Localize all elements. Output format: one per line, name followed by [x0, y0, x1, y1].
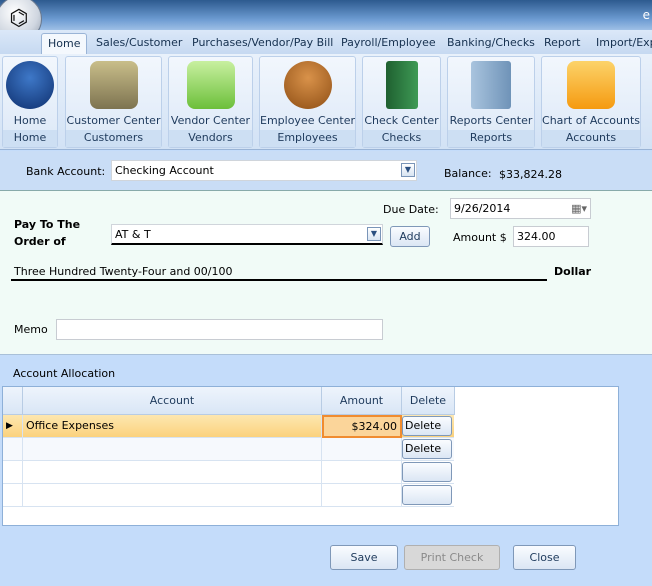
table-row[interactable]: ▶ Office Expenses $324.00 Delete	[3, 415, 454, 438]
delete-row-button[interactable]: Delete	[402, 416, 452, 436]
tab-sales-customer[interactable]: Sales/Customer	[90, 33, 188, 54]
table-row[interactable]	[3, 484, 454, 507]
chevron-down-icon[interactable]: ▼	[367, 227, 381, 241]
amount-value: 324.00	[517, 230, 556, 243]
ribbon-reports-center-button[interactable]: Reports Center Reports	[447, 56, 535, 148]
payee-value: AT & T	[115, 228, 151, 241]
ribbon-group-label: Accounts	[542, 130, 640, 147]
amount-cell[interactable]	[322, 438, 402, 461]
ribbon-group-label: Home	[3, 130, 57, 147]
balance-value: $33,824.28	[499, 168, 562, 181]
ribbon-vendor-center-button[interactable]: Vendor Center Vendors	[168, 56, 253, 148]
vendor-book-icon	[186, 61, 235, 109]
chevron-down-icon[interactable]: ▼	[401, 163, 415, 177]
amount-in-words: Three Hundred Twenty-Four and 00/100	[14, 265, 233, 278]
ribbon-label: Check Center	[364, 114, 439, 127]
calendar-icon[interactable]: ▦▾	[571, 199, 587, 218]
account-cell[interactable]: Office Expenses	[23, 415, 322, 438]
memo-input[interactable]	[56, 319, 383, 340]
row-indicator	[3, 438, 23, 461]
ribbon-employee-center-button[interactable]: Employee Center Employees	[259, 56, 356, 148]
delete-row-button[interactable]: Delete	[402, 439, 452, 459]
ribbon-group-label: Employees	[260, 130, 355, 147]
pay-to-label: Pay To The	[14, 218, 81, 231]
ribbon-label: Customer Center	[66, 114, 161, 127]
ribbon-label: Reports Center	[449, 114, 533, 127]
delete-row-button[interactable]	[402, 462, 452, 482]
amount-cell[interactable]	[322, 461, 402, 484]
employees-icon	[283, 61, 332, 109]
table-row[interactable]	[3, 461, 454, 484]
ribbon-label: Chart of Accounts	[542, 114, 640, 127]
reports-binder-icon	[471, 61, 511, 109]
window-title: e	[642, 8, 650, 22]
allocation-grid: Account Amount Delete ▶ Office Expenses …	[2, 386, 619, 526]
title-bar: e	[0, 0, 652, 32]
dollar-label: Dollar	[554, 265, 592, 278]
save-button[interactable]: Save	[330, 545, 398, 570]
account-cell[interactable]	[23, 438, 322, 461]
account-allocation-title: Account Allocation	[13, 367, 116, 380]
ribbon-customer-center-button[interactable]: Customer Center Customers	[65, 56, 162, 148]
due-date-label: Due Date:	[383, 203, 439, 216]
tab-import-export[interactable]: Import/Exp	[590, 33, 652, 54]
row-indicator	[3, 484, 23, 507]
payee-select[interactable]: AT & T	[111, 224, 383, 245]
row-indicator-arrow-icon: ▶	[3, 415, 23, 438]
add-payee-button[interactable]: Add	[390, 226, 430, 247]
amount-cell[interactable]	[322, 484, 402, 507]
check-form: Due Date: 9/26/2014 ▦▾ Pay To The Order o…	[0, 191, 652, 355]
ribbon-label: Vendor Center	[170, 114, 251, 127]
row-indicator	[3, 461, 23, 484]
column-header-amount[interactable]: Amount	[322, 387, 402, 415]
customer-folder-icon	[89, 61, 138, 109]
tab-banking[interactable]: Banking/Checks	[441, 33, 541, 54]
ribbon-group-label: Checks	[363, 130, 440, 147]
ribbon-tabs: Home Sales/Customer Purchases/Vendor/Pay…	[0, 30, 652, 54]
table-row[interactable]: Delete	[3, 438, 454, 461]
due-date-value: 9/26/2014	[454, 202, 511, 215]
bank-account-bar: Bank Account: Checking Account ▼ Balance…	[0, 151, 652, 191]
memo-label: Memo	[14, 323, 48, 336]
tab-purchases[interactable]: Purchases/Vendor/Pay Bill	[186, 33, 339, 54]
account-cell[interactable]	[23, 461, 322, 484]
column-header-account[interactable]: Account	[23, 387, 322, 415]
ribbon-home-button[interactable]: Home Home	[2, 56, 58, 148]
due-date-picker[interactable]: 9/26/2014 ▦▾	[450, 198, 591, 219]
amount-words-line	[11, 279, 547, 281]
ribbon-label: Home	[13, 114, 47, 127]
ribbon-chart-of-accounts-button[interactable]: Chart of Accounts Accounts	[541, 56, 641, 148]
tab-home[interactable]: Home	[41, 33, 88, 54]
amount-cell[interactable]: $324.00	[322, 415, 402, 438]
column-header-delete[interactable]: Delete	[402, 387, 455, 415]
ribbon-group-label: Customers	[66, 130, 161, 147]
accounts-folder-icon	[567, 61, 615, 109]
delete-row-button[interactable]	[402, 485, 452, 505]
bank-account-value: Checking Account	[115, 164, 214, 177]
ribbon-group-label: Reports	[448, 130, 534, 147]
order-of-label: Order of	[14, 235, 66, 248]
close-button[interactable]: Close	[513, 545, 576, 570]
amount-label: Amount $	[453, 231, 507, 244]
ribbon-label: Employee Center	[260, 114, 355, 127]
account-cell[interactable]	[23, 484, 322, 507]
balance-label: Balance:	[444, 167, 492, 180]
row-header-corner	[3, 387, 23, 415]
tab-report[interactable]: Report	[538, 33, 586, 54]
home-icon	[6, 61, 54, 109]
amount-input[interactable]: 324.00	[513, 226, 589, 247]
ribbon-check-center-button[interactable]: Check Center Checks	[362, 56, 441, 148]
bank-account-select[interactable]: Checking Account	[111, 160, 417, 181]
ribbon: Home Home Customer Center Customers Vendor…	[0, 54, 652, 150]
tab-payroll[interactable]: Payroll/Employee	[335, 33, 442, 54]
bank-account-label: Bank Account:	[26, 165, 106, 178]
print-check-button[interactable]: Print Check	[404, 545, 500, 570]
ribbon-group-label: Vendors	[169, 130, 252, 147]
checkbook-icon	[385, 61, 418, 109]
